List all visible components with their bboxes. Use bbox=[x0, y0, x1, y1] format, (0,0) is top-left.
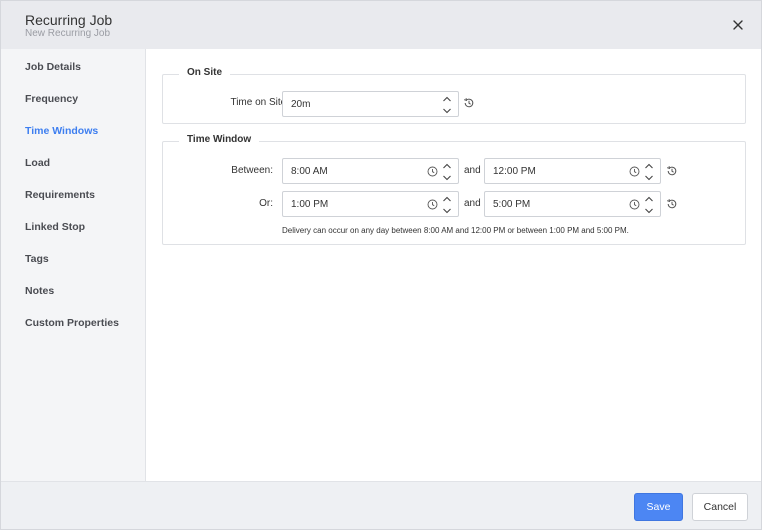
sidebar-item-tags[interactable]: Tags bbox=[25, 253, 49, 265]
reset-history-icon[interactable] bbox=[666, 165, 678, 177]
sidebar-item-time-windows[interactable]: Time Windows bbox=[25, 125, 98, 137]
save-button[interactable]: Save bbox=[634, 493, 683, 521]
content-panel: On Site Time on Site: 20m Time Window Be… bbox=[146, 49, 761, 481]
recurring-job-dialog: Recurring Job New Recurring Job Job Deta… bbox=[0, 0, 762, 530]
reset-history-icon[interactable] bbox=[463, 97, 475, 109]
time-on-site-value: 20m bbox=[291, 99, 311, 110]
time-on-site-input[interactable]: 20m bbox=[282, 91, 459, 117]
and-label: and bbox=[464, 165, 481, 176]
sidebar-nav: Job Details Frequency Time Windows Load … bbox=[1, 49, 146, 481]
cancel-button[interactable]: Cancel bbox=[692, 493, 748, 521]
clock-icon[interactable] bbox=[427, 166, 438, 177]
window1-start-value: 8:00 AM bbox=[291, 166, 328, 177]
or-label: Or: bbox=[259, 198, 273, 209]
on-site-legend: On Site bbox=[179, 67, 231, 78]
and-label: and bbox=[464, 198, 481, 209]
between-label: Between: bbox=[231, 165, 273, 176]
dialog-subtitle: New Recurring Job bbox=[25, 28, 111, 39]
close-button[interactable] bbox=[727, 14, 749, 36]
on-site-section: On Site Time on Site: 20m bbox=[162, 67, 746, 124]
reset-history-icon[interactable] bbox=[666, 198, 678, 210]
dialog-header: Recurring Job New Recurring Job bbox=[1, 1, 761, 49]
window2-end-input[interactable]: 5:00 PM bbox=[484, 191, 661, 217]
sidebar-item-load[interactable]: Load bbox=[25, 157, 50, 169]
time-on-site-label: Time on Site: bbox=[230, 97, 289, 108]
window2-start-input[interactable]: 1:00 PM bbox=[282, 191, 459, 217]
stepper-icon[interactable] bbox=[644, 195, 654, 215]
time-window-section: Time Window Between: 8:00 AM and 12:00 P… bbox=[162, 134, 746, 245]
time-window-legend: Time Window bbox=[179, 134, 260, 145]
delivery-note: Delivery can occur on any day between 8:… bbox=[282, 226, 629, 235]
sidebar-item-linked-stop[interactable]: Linked Stop bbox=[25, 221, 85, 233]
window1-end-value: 12:00 PM bbox=[493, 166, 536, 177]
stepper-icon[interactable] bbox=[442, 195, 452, 215]
dialog-title: Recurring Job bbox=[25, 12, 113, 28]
sidebar-item-frequency[interactable]: Frequency bbox=[25, 93, 78, 105]
window2-start-value: 1:00 PM bbox=[291, 199, 329, 210]
dialog-footer: Save Cancel bbox=[1, 481, 761, 529]
stepper-icon[interactable] bbox=[442, 95, 452, 115]
sidebar-item-job-details[interactable]: Job Details bbox=[25, 61, 81, 73]
clock-icon[interactable] bbox=[427, 199, 438, 210]
stepper-icon[interactable] bbox=[442, 162, 452, 182]
window2-end-value: 5:00 PM bbox=[493, 199, 531, 210]
sidebar-item-notes[interactable]: Notes bbox=[25, 285, 54, 297]
stepper-icon[interactable] bbox=[644, 162, 654, 182]
window1-end-input[interactable]: 12:00 PM bbox=[484, 158, 661, 184]
clock-icon[interactable] bbox=[629, 199, 640, 210]
clock-icon[interactable] bbox=[629, 166, 640, 177]
sidebar-item-custom-properties[interactable]: Custom Properties bbox=[25, 317, 119, 329]
sidebar-item-requirements[interactable]: Requirements bbox=[25, 189, 95, 201]
close-icon bbox=[733, 20, 743, 30]
window1-start-input[interactable]: 8:00 AM bbox=[282, 158, 459, 184]
